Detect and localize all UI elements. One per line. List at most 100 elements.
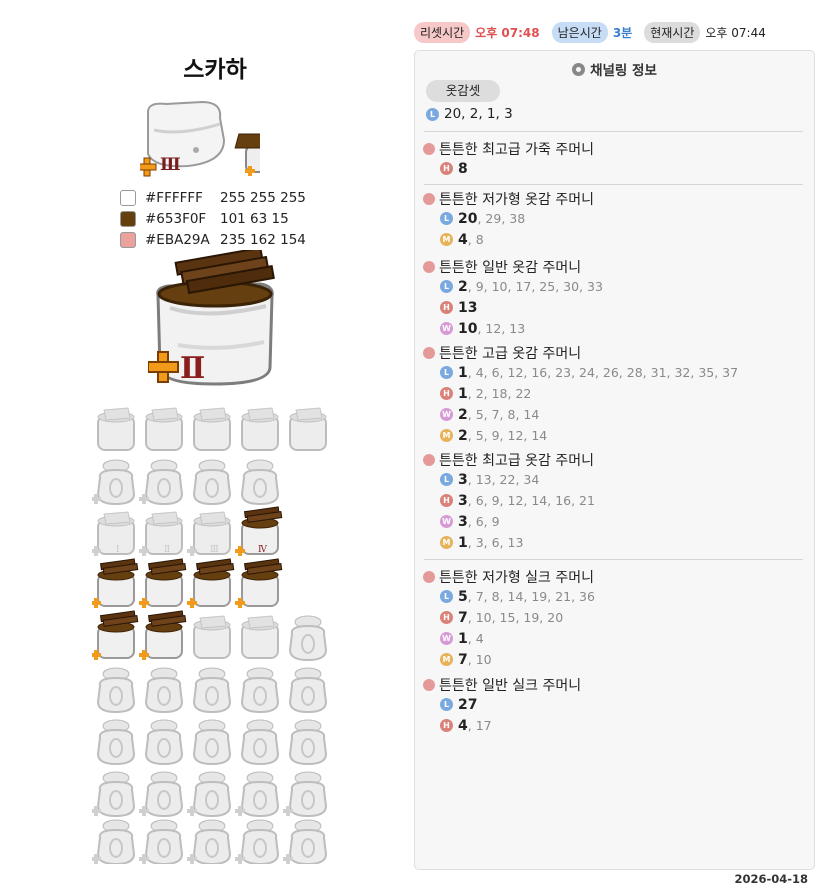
- level-m-icon: M: [440, 233, 453, 246]
- fabric-set-tag-button[interactable]: 옷감셋: [426, 80, 500, 102]
- channel-primary: 7: [458, 609, 468, 626]
- channel-row: M2, 5, 9, 12, 14: [423, 425, 738, 446]
- channel-primary: 1: [458, 534, 468, 551]
- status-dot-icon: [423, 678, 435, 691]
- channel-row: L1, 4, 6, 12, 16, 23, 24, 26, 28, 31, 32…: [423, 362, 738, 383]
- level-h-icon: H: [440, 387, 453, 400]
- channel-row: H1, 2, 18, 22: [423, 383, 738, 404]
- hat-and-pouch-icons: Ⅲ: [137, 100, 287, 177]
- panel-header: 채널링 정보: [415, 59, 814, 79]
- pouch-item: 튼튼한 일반 옷감 주머니 L 2, 9, 10, 17, 25, 30, 33 H 1…: [423, 257, 603, 339]
- channel-others: , 4: [467, 631, 484, 646]
- pouch-item-name: 튼튼한 일반 실크 주머니: [439, 677, 582, 694]
- channel-row: H7, 10, 15, 19, 20: [423, 607, 595, 628]
- status-dot-icon: [423, 260, 435, 273]
- divider: [424, 184, 803, 185]
- channel-primary: 3: [458, 492, 468, 509]
- color-rgb: 255 255 255: [220, 189, 306, 206]
- status-dot-icon: [423, 142, 435, 155]
- channel-others: , 6, 9: [467, 514, 500, 529]
- channel-primary: 3: [458, 471, 468, 488]
- level-w-icon: W: [440, 632, 453, 645]
- channel-row: L5, 7, 8, 14, 19, 21, 36: [423, 586, 595, 607]
- svg-text:Ⅳ: Ⅳ: [258, 545, 268, 555]
- level-summary-text: 20, 2, 1, 3: [444, 106, 513, 122]
- svg-text:Ⅱ: Ⅱ: [180, 351, 205, 386]
- remaining-time-label: 남은시간: [551, 22, 608, 43]
- reset-time-value: 오후 07:48: [475, 26, 540, 40]
- channel-others: , 3, 6, 13: [467, 535, 524, 550]
- channel-primary: 1: [458, 364, 468, 381]
- pouch-item-name: 튼튼한 일반 옷감 주머니: [439, 259, 582, 276]
- color-swatch-brown: [120, 210, 136, 227]
- level-h-icon: H: [440, 611, 453, 624]
- channel-primary: 20: [458, 210, 478, 227]
- color-row: #EBA29A 235 162 154: [120, 229, 306, 250]
- level-l-icon: L: [440, 280, 453, 293]
- level-l-icon: L: [426, 107, 439, 121]
- pouch-item-header: 튼튼한 일반 실크 주머니: [423, 675, 581, 694]
- remaining-time-value: 3분: [612, 26, 633, 40]
- channel-others: , 12, 13: [477, 321, 526, 336]
- channel-primary: 10: [458, 320, 478, 337]
- channel-others: , 5, 9, 12, 14: [467, 428, 548, 443]
- pouch-item: 튼튼한 최고급 옷감 주머니 L 3, 13, 22, 34 H 3, 6, 9, 12…: [423, 450, 595, 553]
- channel-row: H8: [423, 158, 594, 179]
- channel-row: W2, 5, 7, 8, 14: [423, 404, 738, 425]
- level-h-icon: H: [440, 162, 453, 175]
- reset-time-label: 리셋시간: [414, 22, 471, 43]
- pouch-grid-icons: Ⅰ Ⅱ Ⅲ Ⅳ: [90, 407, 327, 865]
- color-rgb: 235 162 154: [220, 231, 306, 248]
- level-h-icon: H: [440, 301, 453, 314]
- channel-primary: 2: [458, 278, 468, 295]
- status-dot-icon: [423, 346, 435, 359]
- footer-date: 2026-04-18: [734, 872, 808, 885]
- color-rgb: 101 63 15: [220, 210, 289, 227]
- channel-row: L2, 9, 10, 17, 25, 30, 33: [423, 276, 603, 297]
- level-w-icon: W: [440, 322, 453, 335]
- channel-row: W 10, 12, 13: [423, 318, 603, 339]
- channel-primary: 4: [458, 231, 468, 248]
- level-l-icon: L: [440, 366, 453, 379]
- channel-row: L 27: [423, 694, 581, 715]
- channel-primary: 1: [458, 385, 468, 402]
- channel-row: W1, 4: [423, 628, 595, 649]
- pouch-item-name: 튼튼한 최고급 옷감 주머니: [439, 452, 595, 469]
- current-time-label: 현재시간: [644, 22, 701, 43]
- color-row: #FFFFFF 255 255 255: [120, 187, 306, 208]
- channel-others: , 7, 8, 14, 19, 21, 36: [467, 589, 595, 604]
- level-h-icon: H: [440, 494, 453, 507]
- color-hex: #653F0F: [145, 210, 207, 227]
- channel-others: , 8: [467, 232, 484, 247]
- pouch-item: 튼튼한 일반 실크 주머니 L 27 H 4, 17: [423, 675, 581, 736]
- color-swatch-white: [120, 189, 136, 206]
- svg-text:Ⅲ: Ⅲ: [210, 545, 219, 555]
- channel-row: L3, 13, 22, 34: [423, 469, 595, 490]
- pouch-grid: Ⅰ Ⅱ Ⅲ Ⅳ: [90, 404, 342, 868]
- color-hex: #FFFFFF: [145, 189, 203, 206]
- level-w-icon: W: [440, 515, 453, 528]
- channel-others: , 29, 38: [477, 211, 526, 226]
- color-hex: #EBA29A: [145, 231, 210, 248]
- level-w-icon: W: [440, 408, 453, 421]
- channel-row: H4, 17: [423, 715, 581, 736]
- channeling-info-panel: 채널링 정보 옷감셋 L 20, 2, 1, 3 튼튼한 최고급 가죽 주머니 H…: [414, 50, 815, 870]
- level-summary: L 20, 2, 1, 3: [426, 106, 513, 122]
- level-l-icon: L: [440, 590, 453, 603]
- channel-primary: 27: [458, 696, 478, 713]
- channel-primary: 4: [458, 717, 468, 734]
- gear-icon: [572, 63, 586, 76]
- pouch-item-name: 튼튼한 저가형 옷감 주머니: [439, 191, 595, 208]
- channel-others: , 2, 18, 22: [467, 386, 532, 401]
- channel-others: , 5, 7, 8, 14: [467, 407, 540, 422]
- channel-row: M7, 10: [423, 649, 595, 670]
- channel-primary: 8: [458, 160, 468, 177]
- status-dot-icon: [423, 570, 435, 583]
- channel-primary: 2: [458, 406, 468, 423]
- channel-primary: 2: [458, 427, 468, 444]
- level-l-icon: L: [440, 698, 453, 711]
- panel-title: 채널링 정보: [590, 63, 657, 79]
- channel-primary: 3: [458, 513, 468, 530]
- pouch-item-header: 튼튼한 최고급 옷감 주머니: [423, 450, 595, 469]
- channel-row: H3, 6, 9, 12, 14, 16, 21: [423, 490, 595, 511]
